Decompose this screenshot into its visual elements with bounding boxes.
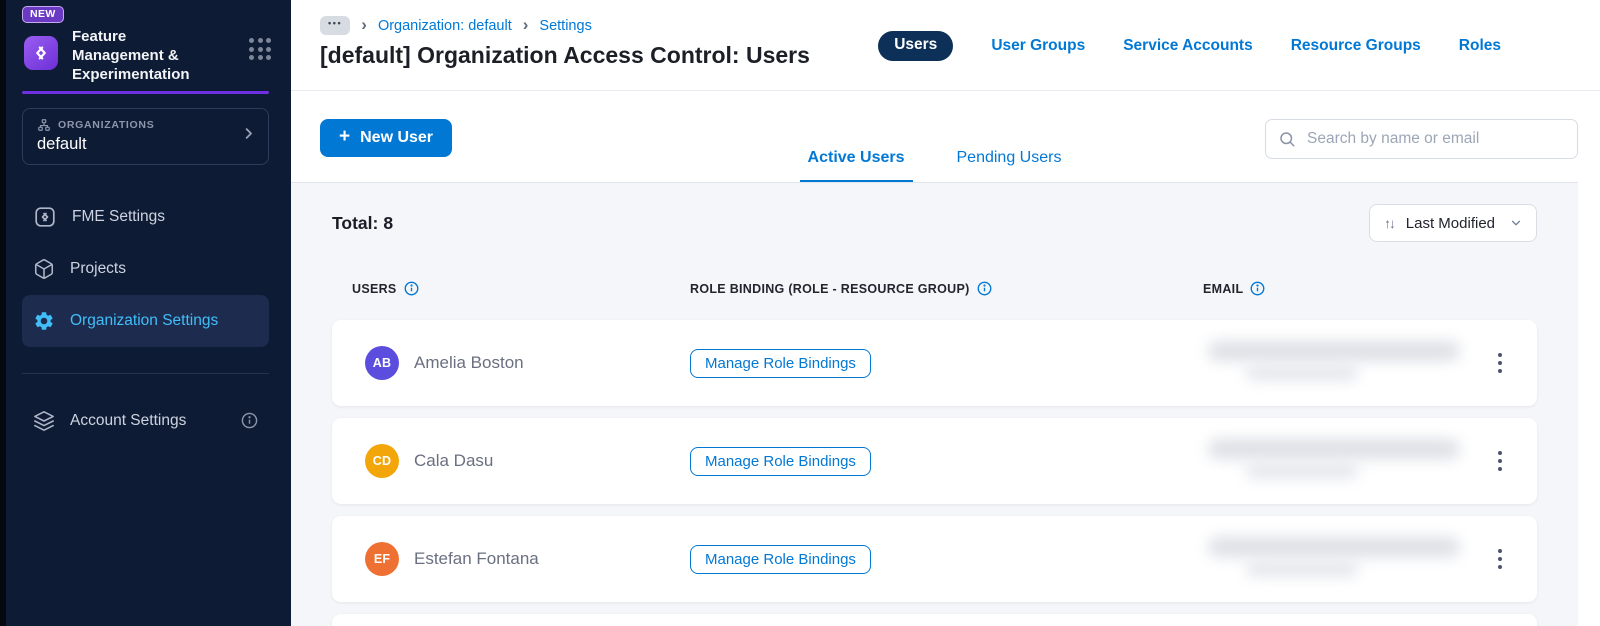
tab-users[interactable]: Users: [878, 31, 954, 61]
info-icon[interactable]: [977, 281, 992, 296]
plus-icon: +: [339, 126, 351, 147]
avatar: CD: [365, 444, 399, 478]
sidebar: NEW Feature Management & Experimentation: [0, 0, 291, 626]
table-row: AB Amelia Boston Manage Role Bindings: [332, 320, 1537, 406]
avatar: EF: [365, 542, 399, 576]
list-toolbar: Total: 8 ↑↓ Last Modified: [332, 204, 1537, 242]
search-icon: [1278, 130, 1296, 148]
table-header: USERS ROLE BINDING (ROLE - RESOURCE GROU…: [332, 281, 1537, 296]
chevron-down-icon: [1509, 216, 1523, 230]
breadcrumb-separator-icon: ›: [361, 15, 367, 34]
email-redacted: [1182, 335, 1487, 391]
app-title: Feature Management & Experimentation: [72, 28, 190, 84]
manage-role-bindings-button[interactable]: Manage Role Bindings: [690, 348, 871, 378]
fme-logo-icon: [24, 36, 58, 70]
sidebar-item-organization-settings[interactable]: Organization Settings: [22, 294, 269, 347]
org-hierarchy-icon: [37, 118, 51, 132]
new-badge: NEW: [22, 6, 64, 23]
avatar: AB: [365, 346, 399, 380]
breadcrumb-link-organization[interactable]: Organization: default: [378, 18, 512, 34]
sidebar-item-account-settings[interactable]: Account Settings: [22, 396, 269, 446]
table-row: CD Cala Dasu Manage Role Bindings: [332, 418, 1537, 504]
chevron-right-icon: [241, 126, 256, 146]
table-row: EF Estefan Fontana Manage Role Bindings: [332, 516, 1537, 602]
column-role-binding: ROLE BINDING (ROLE - RESOURCE GROUP): [690, 281, 1182, 296]
tab-resource-groups[interactable]: Resource Groups: [1291, 37, 1421, 55]
kebab-menu-button[interactable]: [1487, 348, 1513, 379]
org-selector[interactable]: ORGANIZATIONS default: [22, 107, 269, 165]
brand-divider: [22, 90, 269, 94]
table-body: AB Amelia Boston Manage Role Bindings CD…: [332, 320, 1537, 626]
table-row-partial: [332, 614, 1537, 626]
users-list-section: Total: 8 ↑↓ Last Modified USERS ROLE BIN…: [291, 183, 1578, 626]
breadcrumb: ••• › Organization: default › Settings: [291, 0, 1600, 35]
info-icon[interactable]: [404, 281, 419, 296]
sidebar-nav: FME Settings Projects Organization Setti…: [0, 191, 291, 347]
user-cell: CD Cala Dasu: [365, 444, 690, 478]
kebab-menu-button[interactable]: [1487, 446, 1513, 477]
tab-roles[interactable]: Roles: [1459, 37, 1501, 55]
sidebar-item-label: FME Settings: [72, 207, 166, 225]
column-users: USERS: [352, 281, 690, 296]
tab-service-accounts[interactable]: Service Accounts: [1123, 37, 1253, 55]
sidebar-item-label: Account Settings: [70, 411, 187, 429]
main-area: ••• › Organization: default › Settings […: [291, 0, 1600, 626]
tab-user-groups[interactable]: User Groups: [991, 37, 1085, 55]
breadcrumb-link-settings[interactable]: Settings: [539, 18, 591, 34]
email-redacted: [1182, 433, 1487, 489]
screen: NEW Feature Management & Experimentation: [0, 0, 1600, 626]
new-user-button-label: New User: [360, 129, 434, 146]
sort-arrows-icon: ↑↓: [1384, 215, 1395, 231]
user-name: Amelia Boston: [414, 353, 524, 372]
tab-pending-users[interactable]: Pending Users: [949, 149, 1070, 183]
user-cell: EF Estefan Fontana: [365, 542, 690, 576]
sidebar-item-label: Organization Settings: [70, 311, 219, 329]
breadcrumb-separator-icon: ›: [522, 15, 529, 34]
kebab-menu-button[interactable]: [1487, 544, 1513, 575]
total-count: Total: 8: [332, 212, 394, 233]
user-cell: AB Amelia Boston: [365, 346, 690, 380]
org-selector-label: ORGANIZATIONS: [58, 118, 155, 131]
info-icon[interactable]: [241, 412, 258, 429]
sidebar-item-fme-settings[interactable]: FME Settings: [22, 191, 269, 243]
view-tabs: Active Users Pending Users: [291, 149, 1578, 183]
page-header: ••• › Organization: default › Settings […: [291, 0, 1600, 91]
column-email: EMAIL: [1203, 281, 1537, 296]
sidebar-item-label: Projects: [70, 259, 126, 277]
email-redacted: [1182, 531, 1487, 587]
tab-active-users[interactable]: Active Users: [799, 149, 913, 183]
org-selector-value: default: [37, 134, 87, 153]
sort-button[interactable]: ↑↓ Last Modified: [1369, 204, 1537, 242]
top-tabs: Users User Groups Service Accounts Resou…: [878, 31, 1501, 61]
sidebar-divider: [22, 372, 269, 374]
info-icon[interactable]: [1250, 281, 1265, 296]
sort-button-label: Last Modified: [1405, 214, 1495, 232]
user-name: Cala Dasu: [414, 451, 494, 470]
fme-settings-icon: [33, 205, 57, 229]
sidebar-item-projects[interactable]: Projects: [22, 243, 269, 295]
app-header: Feature Management & Experimentation: [0, 23, 291, 85]
breadcrumb-ellipsis-button[interactable]: •••: [320, 16, 351, 35]
manage-role-bindings-button[interactable]: Manage Role Bindings: [690, 544, 871, 574]
user-name: Estefan Fontana: [414, 549, 539, 568]
app-switcher-icon[interactable]: [249, 38, 271, 60]
layers-gear-icon: [33, 410, 55, 432]
cube-icon: [33, 258, 55, 280]
gear-icon: [33, 310, 55, 332]
manage-role-bindings-button[interactable]: Manage Role Bindings: [690, 446, 871, 476]
toolbar: + New User Active Users Pending Users: [291, 91, 1600, 183]
